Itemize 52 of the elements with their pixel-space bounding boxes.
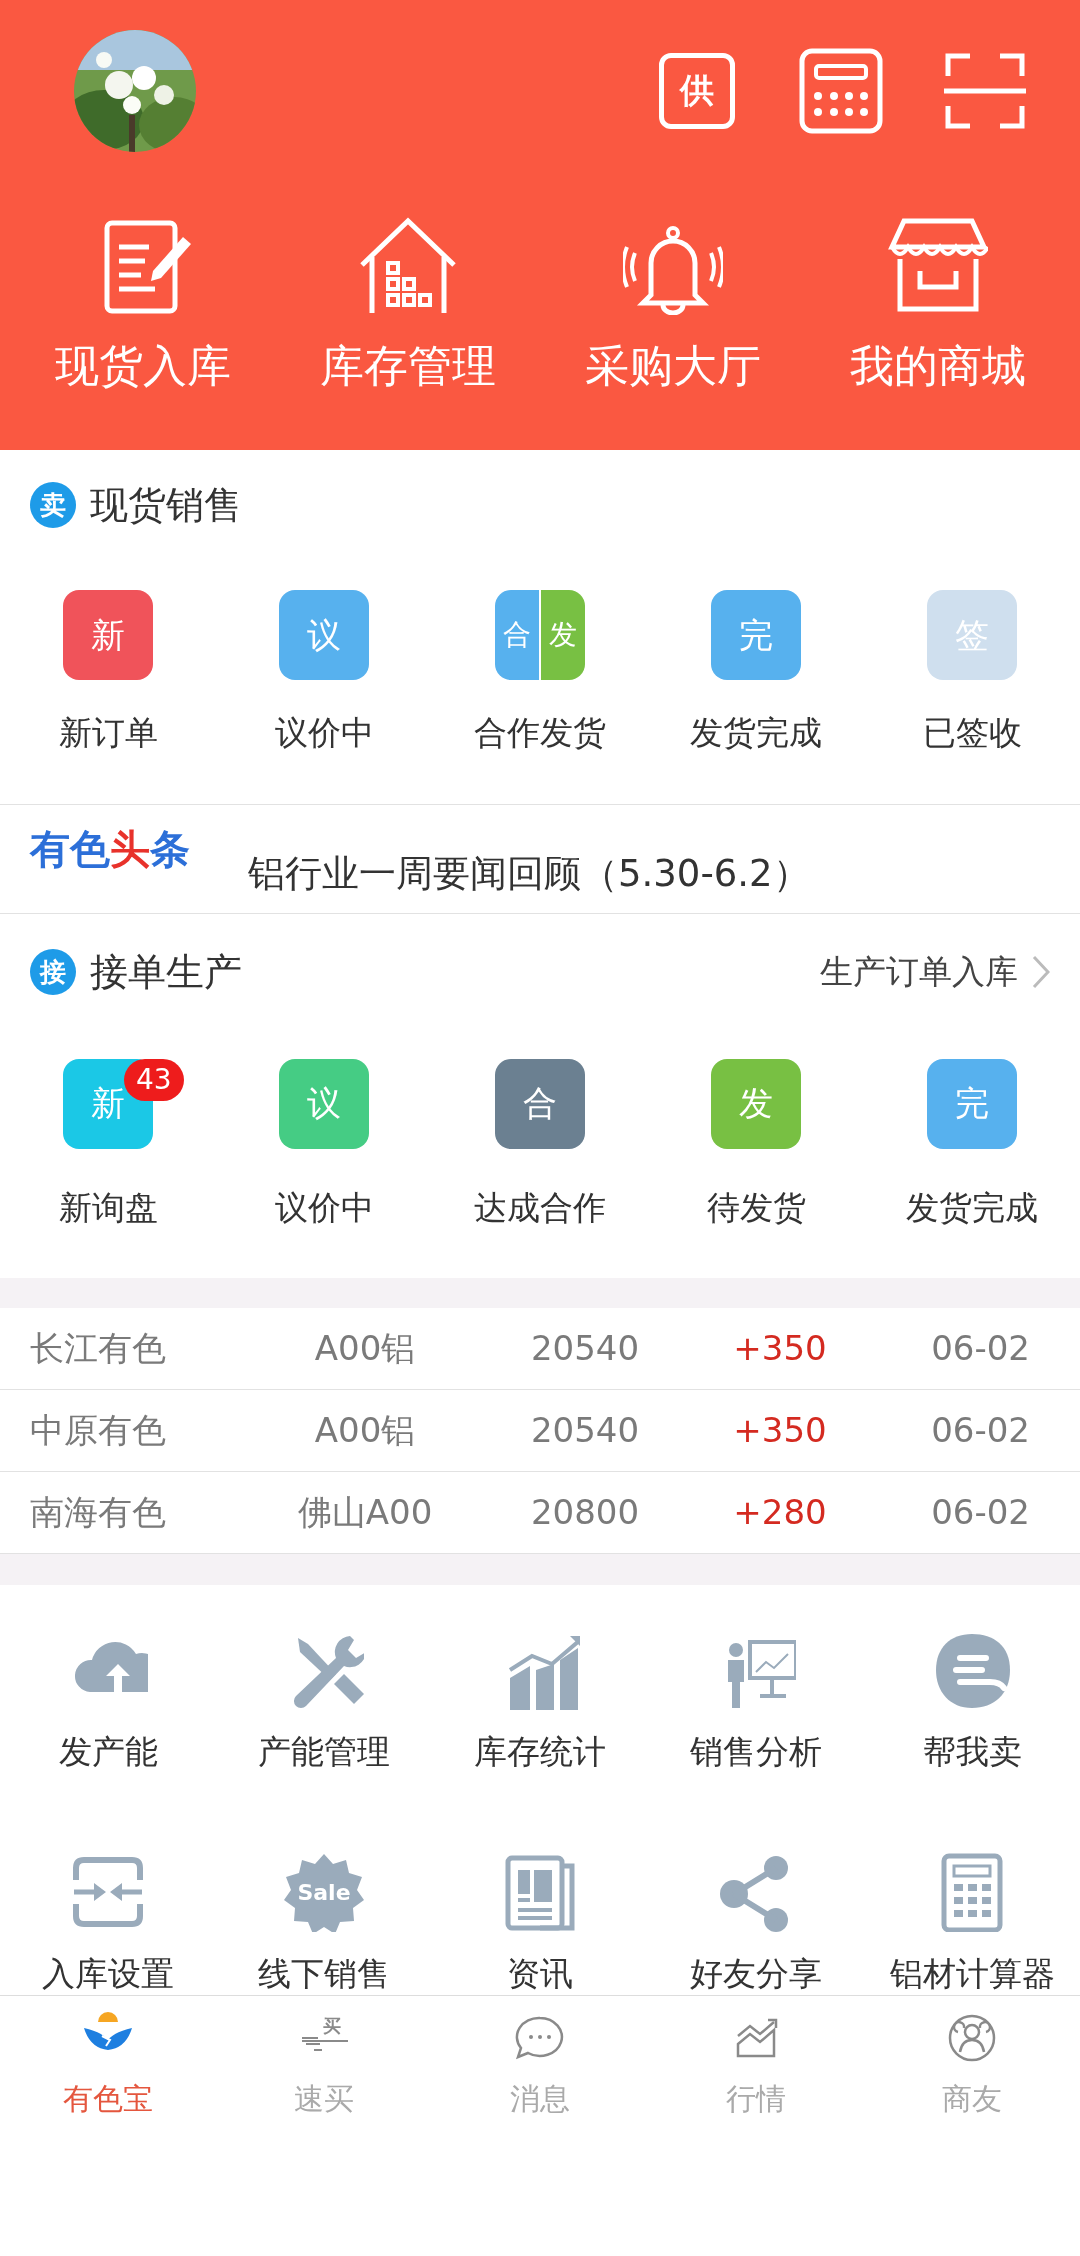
sale-badge-icon: Sale	[284, 1852, 364, 1932]
section-badge: 接	[30, 949, 76, 995]
table-cell-text: A00铝	[313, 1409, 417, 1452]
section-title: 现货销售	[90, 481, 242, 529]
status-item[interactable]: 完 发货完成	[864, 1058, 1080, 1232]
tool-button[interactable]: 铝材计算器	[864, 1852, 1080, 1994]
table-cell-text: +280	[732, 1491, 828, 1534]
tool-button[interactable]: 库存统计	[432, 1630, 648, 1772]
status-tile: 议	[279, 590, 369, 680]
tool-button[interactable]: Sale 线下销售	[216, 1852, 432, 1994]
table-cell-text: +350	[732, 1327, 828, 1370]
table-cell-text: 20540	[529, 1409, 641, 1452]
table-cell-text: 20800	[529, 1491, 641, 1534]
chevron-right-icon	[1032, 955, 1050, 989]
status-item[interactable]: 合 达成合作	[432, 1058, 648, 1232]
news-headline[interactable]: 铝行业一周要闻回顾（5.30-6.2）	[248, 845, 810, 902]
tool-button[interactable]: 发产能	[0, 1630, 216, 1772]
news-logo: 有色头条	[30, 824, 190, 874]
table-cell-text: 南海有色	[30, 1491, 167, 1534]
status-tile: 完	[927, 1058, 1017, 1149]
table-cell-text: 长江有色	[30, 1327, 167, 1370]
section-link[interactable]: 生产订单入库	[820, 947, 1050, 997]
table-cell-text: +350	[732, 1409, 828, 1452]
tool-button[interactable]: 资讯	[432, 1852, 648, 1994]
tool-button[interactable]: 销售分析	[648, 1630, 864, 1772]
tool-button[interactable]: 入库设置	[0, 1852, 216, 1994]
section-title: 接单生产	[90, 948, 242, 996]
status-item[interactable]: 新 43 新询盘	[0, 1058, 216, 1232]
status-item[interactable]: 议 议价中	[216, 590, 432, 758]
table-cell-text: 中原有色	[30, 1409, 167, 1452]
status-tile: 议	[279, 1058, 369, 1149]
status-item[interactable]: 新 新订单	[0, 590, 216, 758]
table-cell-text: A00铝	[313, 1327, 417, 1370]
tool-button[interactable]: 产能管理	[216, 1630, 432, 1772]
status-tile: 完	[711, 590, 801, 680]
tool-button[interactable]: 好友分享	[648, 1852, 864, 1994]
table-cell-text: 06-02	[930, 1409, 1030, 1452]
tool-button[interactable]: 帮我卖	[864, 1630, 1080, 1772]
table-cell-text: 06-02	[930, 1327, 1030, 1370]
table-cell-text: 佛山A00	[296, 1491, 434, 1534]
status-tile: 新	[63, 590, 153, 680]
status-tile: 合	[495, 1058, 585, 1149]
status-item[interactable]: 议 议价中	[216, 1058, 432, 1232]
table-cell-text: 06-02	[930, 1491, 1030, 1534]
status-item[interactable]: 合 发 合作发货	[432, 590, 648, 758]
table-cell-text: 20540	[529, 1327, 641, 1370]
status-tile: 发	[711, 1058, 801, 1149]
status-item[interactable]: 完 发货完成	[648, 590, 864, 758]
section-badge: 卖	[30, 482, 76, 528]
status-item[interactable]: 发 待发货	[648, 1058, 864, 1232]
count-badge: 43	[124, 1058, 184, 1101]
tab-item[interactable]: 有色宝	[0, 2010, 216, 2121]
